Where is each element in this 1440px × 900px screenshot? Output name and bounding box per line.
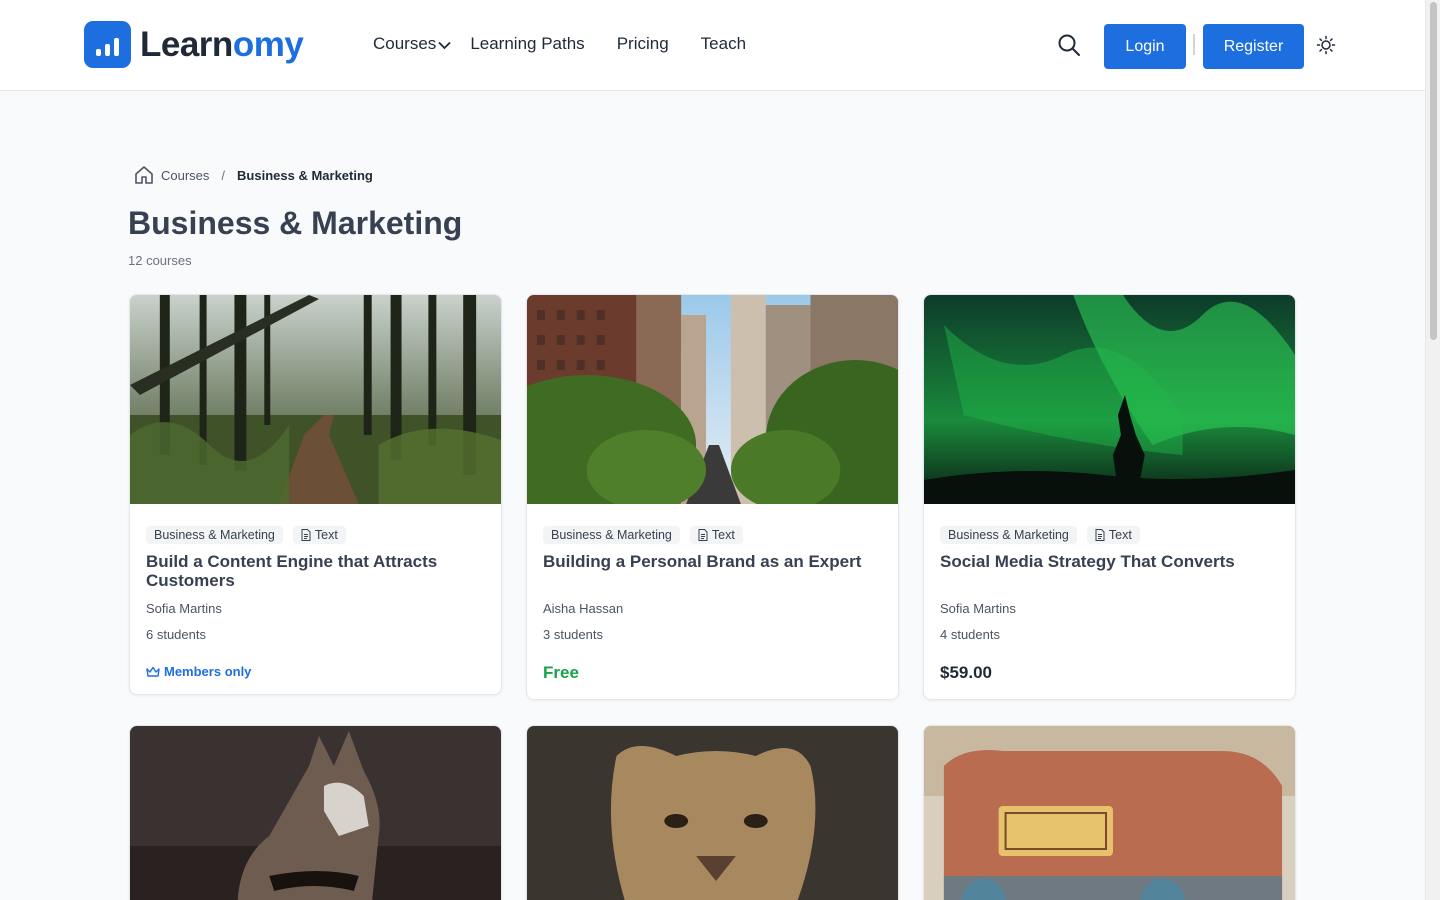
course-title[interactable]: Social Media Strategy That Converts	[940, 552, 1279, 590]
type-label: Text	[314, 528, 338, 542]
course-card[interactable]: Business & Marketing Text Building a Per…	[526, 294, 899, 700]
main-nav: Courses Learning Paths Pricing Teach	[373, 34, 746, 54]
course-image-tuk-tuk	[924, 726, 1295, 900]
course-students: 6 students	[146, 627, 206, 642]
document-icon	[301, 529, 311, 541]
course-price: Members only	[164, 664, 252, 679]
course-card-body: Business & Marketing Text Build a Conten…	[130, 526, 501, 679]
sun-icon[interactable]	[1316, 35, 1336, 55]
course-students: 4 students	[940, 627, 1000, 642]
nav-courses-label: Courses	[373, 34, 437, 53]
nav-pricing[interactable]: Pricing	[617, 34, 669, 54]
login-button[interactable]: Login	[1104, 24, 1186, 69]
nav-courses[interactable]: Courses	[373, 34, 451, 54]
course-tags: Business & Marketing Text	[940, 526, 1279, 544]
category-badge: Business & Marketing	[940, 526, 1077, 544]
logo-text-part2: omy	[232, 25, 304, 64]
course-image-city-street	[527, 295, 898, 520]
type-badge: Text	[292, 526, 346, 544]
course-card[interactable]	[526, 725, 899, 900]
nav-learning-paths[interactable]: Learning Paths	[470, 34, 584, 54]
logo-text: Learnomy	[140, 25, 304, 64]
course-tags: Business & Marketing Text	[146, 526, 485, 544]
site-header: Learnomy Courses Learning Paths Pricing …	[0, 0, 1425, 91]
course-card-body: Business & Marketing Text Social Media S…	[924, 526, 1295, 683]
course-author: Aisha Hassan	[543, 601, 624, 616]
breadcrumb: Courses / Business & Marketing	[133, 164, 373, 186]
course-card-body: Business & Marketing Text Building a Per…	[527, 526, 898, 683]
course-count: 12 courses	[128, 253, 192, 268]
course-author: Sofia Martins	[940, 601, 1016, 616]
type-badge: Text	[689, 526, 743, 544]
logo-text-part1: Learn	[140, 25, 233, 64]
nav-teach[interactable]: Teach	[701, 34, 746, 54]
course-students: 3 students	[543, 627, 603, 642]
course-title[interactable]: Building a Personal Brand as an Expert	[543, 552, 882, 590]
scrollbar-thumb[interactable]	[1430, 2, 1437, 340]
logo-icon	[84, 21, 131, 68]
type-label: Text	[711, 528, 735, 542]
page-title: Business & Marketing	[128, 205, 463, 241]
course-image-forest-trail	[130, 295, 501, 504]
category-badge: Business & Marketing	[146, 526, 283, 544]
type-label: Text	[1108, 528, 1132, 542]
breadcrumb-courses-link[interactable]: Courses	[161, 168, 209, 183]
members-only-label: Members only	[146, 664, 485, 679]
course-price: $59.00	[940, 663, 992, 682]
document-icon	[698, 529, 708, 541]
register-button[interactable]: Register	[1203, 24, 1304, 69]
course-price: Free	[543, 663, 579, 682]
course-card[interactable]: Business & Marketing Text Social Media S…	[923, 294, 1296, 700]
logo[interactable]: Learnomy	[84, 21, 304, 68]
course-title[interactable]: Build a Content Engine that Attracts Cus…	[146, 552, 485, 590]
course-author: Sofia Martins	[146, 601, 222, 616]
page-scrollbar[interactable]	[1425, 0, 1440, 900]
document-icon	[1095, 529, 1105, 541]
crown-icon	[146, 666, 160, 677]
header-divider	[1193, 34, 1195, 55]
course-card[interactable]	[923, 725, 1296, 900]
course-image-husky-dog	[130, 726, 501, 900]
chevron-down-icon	[438, 41, 451, 49]
category-badge: Business & Marketing	[543, 526, 680, 544]
course-image-northern-lights	[924, 295, 1295, 504]
course-card[interactable]	[129, 725, 502, 900]
home-icon[interactable]	[133, 164, 155, 186]
breadcrumb-separator: /	[221, 167, 226, 183]
course-tags: Business & Marketing Text	[543, 526, 882, 544]
course-card[interactable]: Business & Marketing Text Build a Conten…	[129, 294, 502, 695]
search-icon[interactable]	[1057, 33, 1081, 57]
type-badge: Text	[1086, 526, 1140, 544]
breadcrumb-current: Business & Marketing	[237, 167, 373, 183]
course-image-lioness	[527, 726, 898, 900]
